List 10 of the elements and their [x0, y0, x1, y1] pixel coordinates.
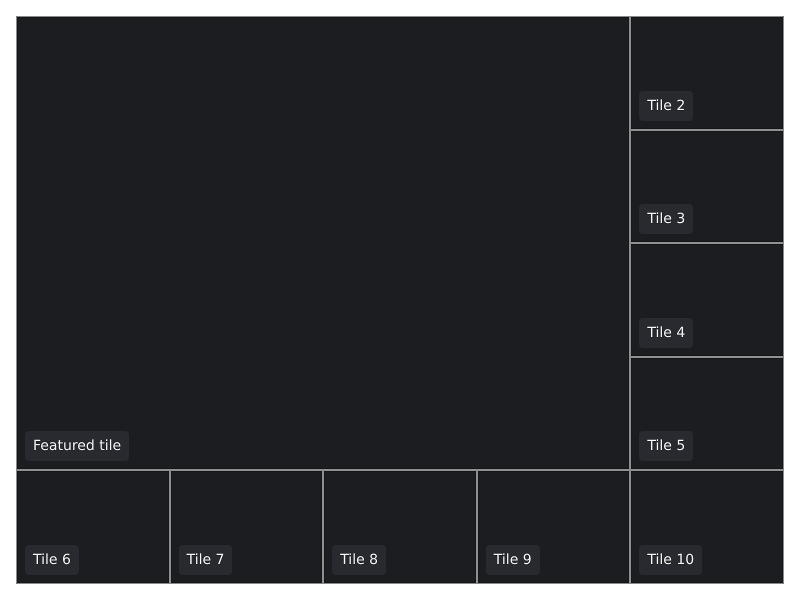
tile-label: Tile 4 — [639, 318, 694, 348]
tile-label: Tile 3 — [639, 204, 694, 234]
tile-label: Tile 8 — [332, 544, 386, 575]
tile-label: Tile 2 — [639, 90, 694, 121]
tile-label: Tile 5 — [639, 431, 694, 462]
tile-label: Featured tile — [25, 431, 130, 462]
tile-label: Tile 7 — [178, 544, 232, 575]
tile-label: Tile 9 — [486, 544, 540, 575]
tile-label: Tile 6 — [25, 544, 79, 575]
tile-label: Tile 10 — [639, 544, 702, 575]
